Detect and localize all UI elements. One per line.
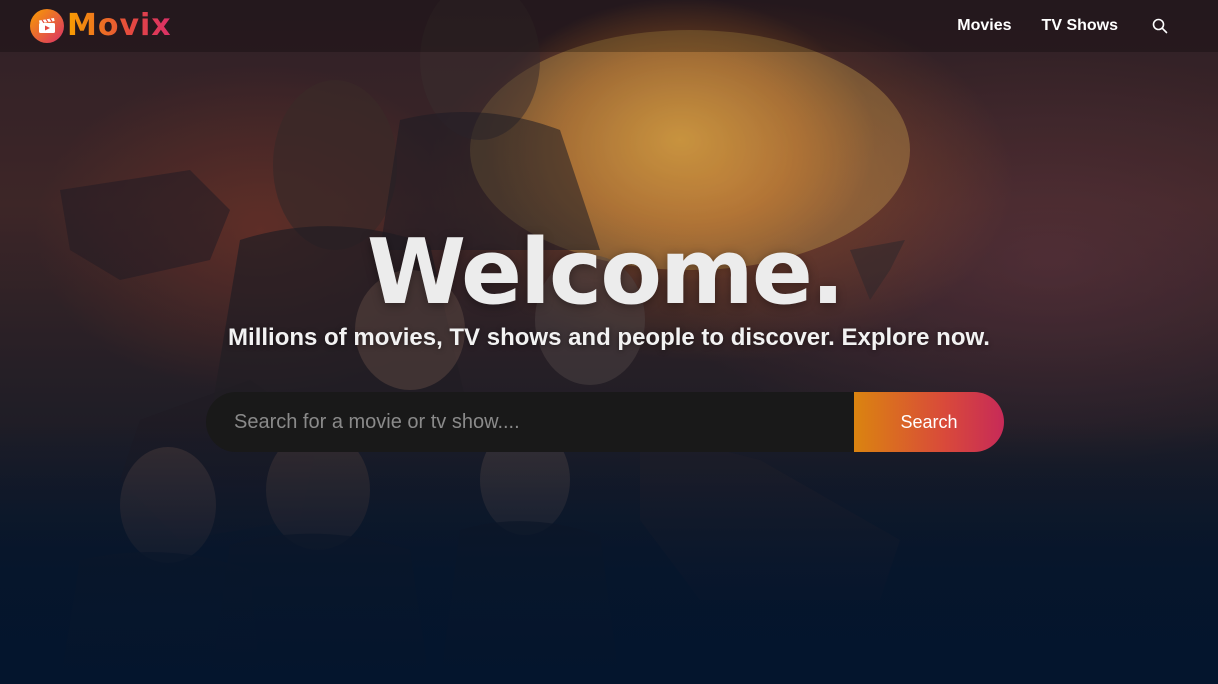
hero-bottom-fade — [0, 424, 1218, 684]
brand-logo[interactable]: Movix — [30, 9, 172, 43]
nav-item-movies[interactable]: Movies — [957, 17, 1011, 35]
hero-search-bar: Search — [206, 392, 1004, 452]
home-page: Movix Movies TV Shows Welcome. Millions … — [0, 0, 1218, 684]
search-icon[interactable] — [1150, 16, 1170, 36]
hero-subtitle: Millions of movies, TV shows and people … — [228, 324, 990, 351]
hero-title: Welcome. — [366, 220, 845, 325]
nav-item-tv-shows[interactable]: TV Shows — [1042, 17, 1118, 35]
site-header: Movix Movies TV Shows — [0, 0, 1218, 52]
brand-name: Movix — [67, 8, 172, 43]
main-nav: Movies TV Shows — [957, 16, 1170, 36]
search-input[interactable] — [206, 392, 854, 452]
search-button[interactable]: Search — [854, 392, 1004, 452]
hero-section: Welcome. Millions of movies, TV shows an… — [0, 228, 1218, 452]
film-clapper-icon — [30, 9, 64, 43]
